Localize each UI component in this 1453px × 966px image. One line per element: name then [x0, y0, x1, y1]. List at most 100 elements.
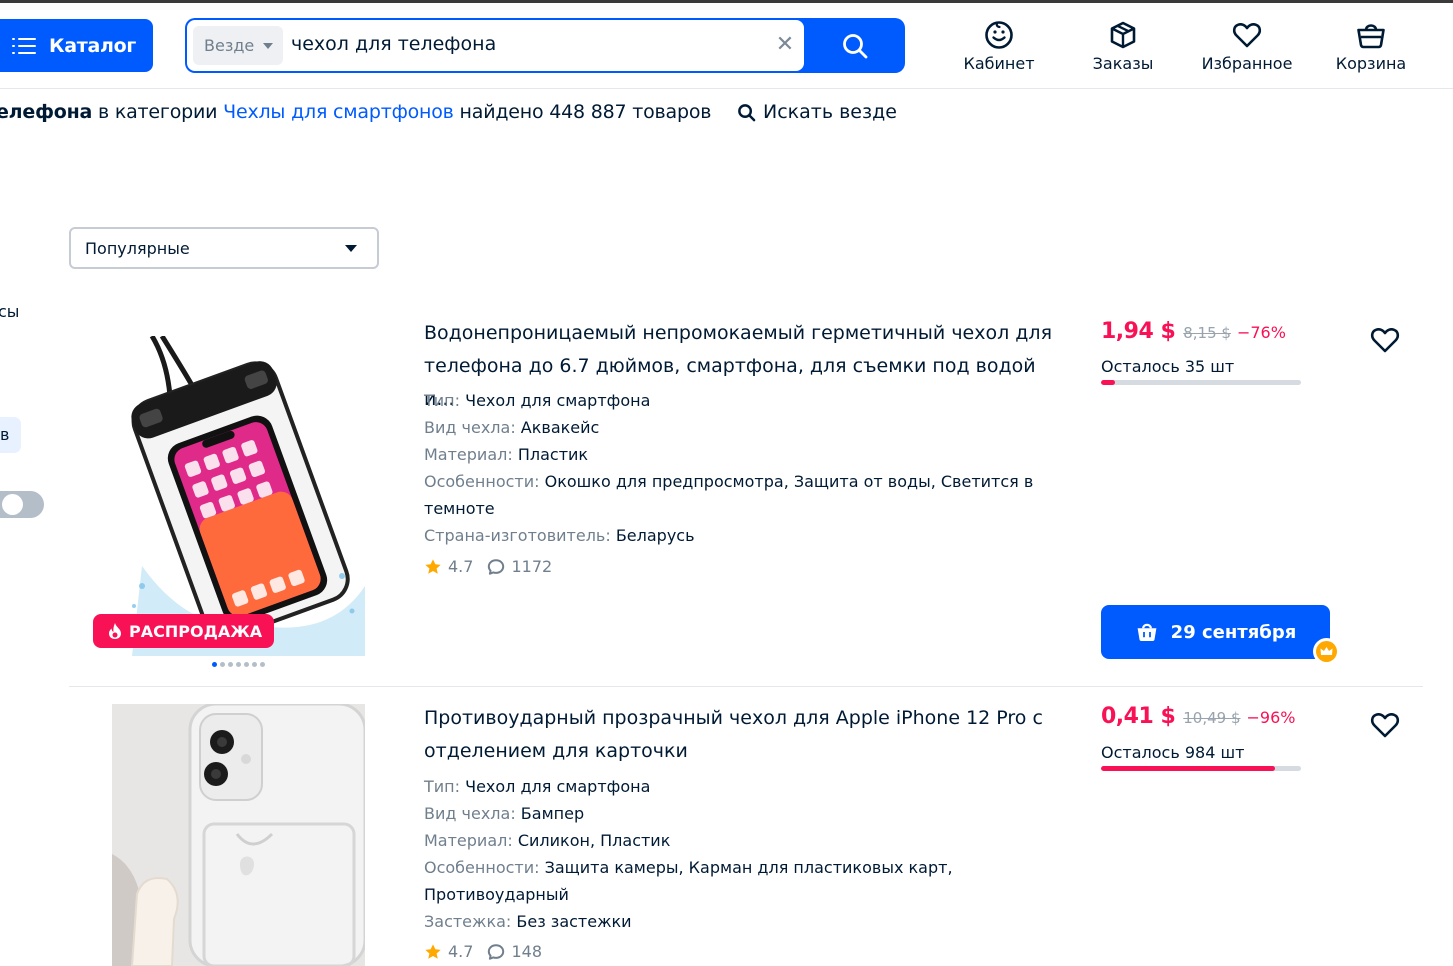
stock-bar [1101, 380, 1301, 385]
image-pagination[interactable] [212, 662, 265, 667]
sidebar-filter-chip[interactable]: в [0, 417, 21, 453]
product-attributes: Тип: Чехол для смартфона Вид чехла: Аква… [424, 387, 1064, 549]
sale-badge-label: РАСПРОДАЖА [129, 621, 263, 641]
pagination-dot[interactable] [244, 662, 249, 667]
attr-key: Тип: [424, 777, 466, 796]
attr-value: Силикон, Пластик [517, 831, 671, 850]
product-image[interactable] [112, 704, 365, 966]
delivery-date: 29 сентября [1170, 621, 1297, 643]
favorite-button[interactable] [1369, 325, 1401, 359]
nav-cart-label: Корзина [1335, 54, 1407, 73]
window-top-border [0, 0, 1453, 3]
search-field-wrapper: Везде ✕ [187, 20, 804, 71]
reviews-count: 1172 [511, 557, 553, 576]
pagination-dot[interactable] [236, 662, 241, 667]
sort-selected-label: Популярные [85, 239, 190, 258]
product-divider [69, 686, 1423, 687]
favorite-button[interactable] [1369, 710, 1401, 744]
stock-bar-fill [1101, 380, 1115, 385]
sidebar-toggle[interactable] [0, 491, 44, 518]
stock-left: Осталось 35 шт [1101, 357, 1235, 376]
basket-icon [1357, 24, 1385, 49]
price-block: 1,94 $ 8,15 $ −76% [1101, 319, 1286, 344]
toggle-knob [2, 494, 23, 515]
attr-row: Вид чехла: Аквакейс [424, 414, 1064, 441]
nav-orders[interactable]: Заказы [1063, 18, 1183, 73]
nav-cart[interactable]: Корзина [1311, 18, 1431, 73]
attr-row: Материал: Силикон, Пластик [424, 827, 1064, 854]
basket-icon [1137, 623, 1157, 641]
current-price: 1,94 $ [1101, 319, 1176, 344]
discount: −76% [1236, 323, 1286, 342]
attr-row: Тип: Чехол для смартфона [424, 387, 1064, 414]
star-icon [425, 943, 441, 959]
face-icon [985, 21, 1013, 49]
stock-bar [1101, 766, 1301, 771]
comment-icon [488, 943, 505, 960]
nav-favorites[interactable]: Избранное [1187, 18, 1307, 73]
nav-orders-label: Заказы [1092, 54, 1154, 73]
menu-icon [12, 37, 36, 55]
attr-row: Особенности: Окошко для предпросмотра, З… [424, 468, 1064, 522]
pagination-dot[interactable] [212, 662, 217, 667]
search-button[interactable] [805, 18, 905, 73]
attr-value: Аквакейс [520, 418, 600, 437]
search-everywhere-label: Искать везде [763, 101, 897, 123]
results-category-link[interactable]: Чехлы для смартфонов [223, 101, 454, 123]
attr-key: Вид чехла: [424, 418, 521, 437]
product-card[interactable]: Противоударный прозрачный чехол для Appl… [69, 704, 1423, 966]
chevron-down-icon [263, 42, 274, 49]
attr-key: Материал: [424, 831, 518, 850]
attr-row: Застежка: Без застежки [424, 908, 1064, 935]
comment-icon [488, 558, 505, 575]
search-icon [843, 33, 868, 58]
attr-row: Вид чехла: Бампер [424, 800, 1064, 827]
stock-left: Осталось 984 шт [1101, 743, 1245, 762]
clear-icon[interactable]: ✕ [773, 32, 797, 58]
results-count: найдено 448 887 товаров [453, 101, 712, 123]
sort-select[interactable]: Популярные [69, 227, 379, 269]
product-card[interactable]: РАСПРОДАЖА Водонепроницаемый непромокаем… [69, 311, 1423, 681]
crown-icon [1313, 638, 1340, 665]
price-block: 0,41 $ 10,49 $ −96% [1101, 704, 1295, 729]
sale-badge: РАСПРОДАЖА [93, 614, 274, 648]
header-divider [0, 88, 1453, 89]
heart-icon [1370, 713, 1400, 738]
search-bar: Везде ✕ [185, 18, 905, 73]
attr-value: Чехол для смартфона [465, 777, 651, 796]
product-title[interactable]: Противоударный прозрачный чехол для Appl… [424, 702, 1064, 768]
nav-cabinet[interactable]: Кабинет [939, 18, 1059, 73]
results-query: елефона [0, 101, 93, 123]
rating-value: 4.7 [448, 557, 474, 576]
pagination-dot[interactable] [220, 662, 225, 667]
search-input[interactable] [291, 33, 761, 55]
pagination-dot[interactable] [228, 662, 233, 667]
attr-value: Без застежки [516, 912, 632, 931]
fire-icon [109, 623, 121, 639]
discount: −96% [1246, 708, 1296, 727]
attr-value: Пластик [517, 445, 589, 464]
clear-iphone-case-image [112, 704, 365, 966]
heart-icon [1232, 23, 1262, 48]
pagination-dot[interactable] [260, 662, 265, 667]
heart-icon [1370, 328, 1400, 353]
catalog-label: Каталог [49, 34, 136, 57]
results-summary: елефона в категории Чехлы для смартфонов… [0, 101, 711, 123]
old-price: 8,15 $ [1183, 324, 1231, 342]
attr-value: Бампер [520, 804, 585, 823]
attr-key: Застежка: [424, 912, 517, 931]
product-image[interactable] [112, 336, 365, 656]
nav-cabinet-label: Кабинет [963, 54, 1035, 73]
pagination-dot[interactable] [252, 662, 257, 667]
catalog-button[interactable]: Каталог [0, 19, 153, 72]
attr-row: Страна-изготовитель: Беларусь [424, 522, 1064, 549]
add-to-cart-button[interactable]: 29 сентября [1101, 605, 1340, 665]
search-everywhere-link[interactable]: Искать везде [737, 101, 897, 123]
star-icon [425, 558, 441, 574]
product-rating[interactable]: 4.7 1172 [424, 557, 552, 576]
nav-favorites-label: Избранное [1201, 54, 1293, 73]
attr-key: Особенности: [424, 472, 545, 491]
attr-key: Вид чехла: [424, 804, 521, 823]
product-rating[interactable]: 4.7 148 [424, 942, 542, 961]
search-scope-select[interactable]: Везде [193, 26, 283, 65]
